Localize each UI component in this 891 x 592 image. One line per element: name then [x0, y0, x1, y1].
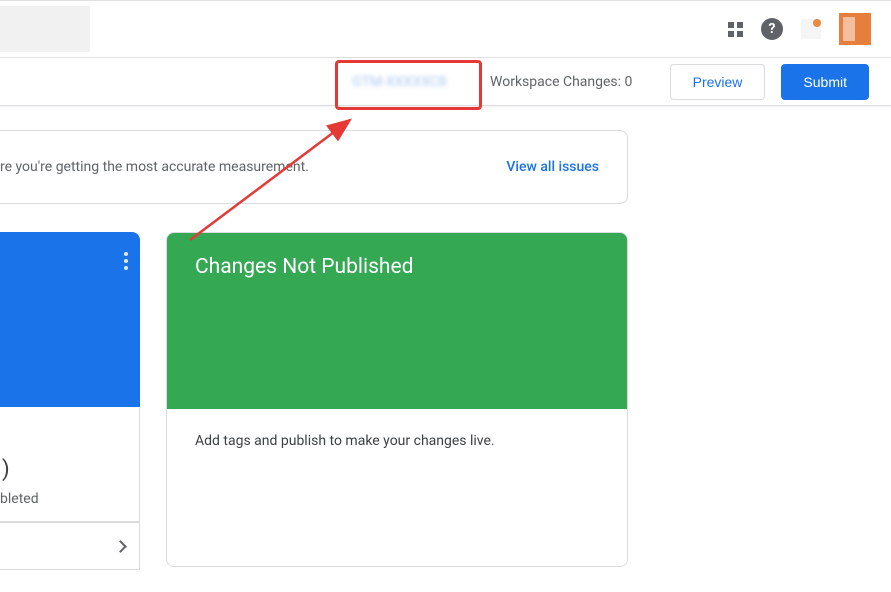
publish-status-card: Changes Not Published Add tags and publi…: [166, 232, 628, 567]
card-menu-icon[interactable]: [124, 252, 128, 270]
avatar[interactable]: [839, 13, 871, 45]
view-all-issues-link[interactable]: View all issues: [506, 159, 599, 175]
workspace-count: 0: [625, 74, 633, 90]
chevron-right-icon: [114, 540, 127, 553]
publish-status-title: Changes Not Published: [167, 233, 627, 409]
container-id[interactable]: GTM-XXXXXC8: [352, 74, 447, 90]
workspace-label: Workspace Changes:: [490, 74, 621, 90]
top-app-bar: ?: [0, 0, 891, 58]
partial-text-paren: ): [2, 457, 10, 482]
apps-icon[interactable]: [728, 22, 743, 37]
submit-button[interactable]: Submit: [781, 64, 869, 100]
workspace-card: [0, 232, 140, 407]
publish-status-body: Add tags and publish to make your change…: [167, 409, 627, 566]
expand-row[interactable]: [0, 522, 140, 570]
help-icon[interactable]: ?: [761, 18, 783, 40]
top-right-actions: ?: [728, 13, 871, 45]
preview-button[interactable]: Preview: [670, 64, 766, 100]
workspace-changes-label: Workspace Changes: 0: [490, 74, 632, 90]
partial-text-bleted: bleted: [0, 491, 39, 507]
action-bar: GTM-XXXXXC8 Workspace Changes: 0 Preview…: [0, 58, 891, 106]
notifications-icon[interactable]: [801, 19, 821, 39]
issues-text: re you're getting the most accurate meas…: [0, 159, 309, 175]
tab-placeholder: [0, 6, 90, 52]
issues-card: re you're getting the most accurate meas…: [0, 130, 628, 204]
